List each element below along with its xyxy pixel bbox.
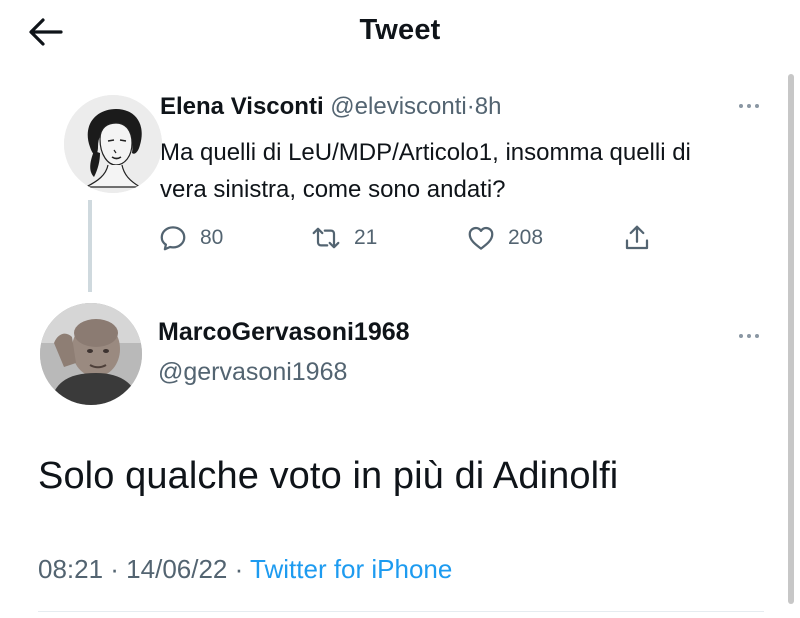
thread-connector-line (88, 200, 92, 292)
reply-count: 80 (200, 226, 224, 249)
avatar-parent-author[interactable] (64, 95, 162, 193)
more-icon (739, 334, 743, 338)
main-tweet-text: Solo qualche voto in più di Adinolfi (38, 455, 619, 497)
parent-tweet-text: Ma quelli di LeU/MDP/Articolo1, insomma … (160, 139, 691, 203)
reply-icon (160, 226, 186, 251)
like-button[interactable]: 208 (466, 220, 543, 256)
parent-time[interactable]: 8h (475, 93, 502, 120)
tweet-metadata: 08:21 · 14/06/22 · Twitter for iPhone (38, 554, 452, 585)
retweet-button[interactable]: 21 (310, 220, 377, 256)
tweet-timestamp: 08:21 · 14/06/22 · (38, 554, 244, 584)
scrollbar[interactable] (788, 74, 794, 604)
parent-handle[interactable]: @elevisconti (330, 93, 466, 120)
share-button[interactable] (622, 220, 652, 256)
parent-tweet-header: Elena Visconti @elevisconti·8h (160, 93, 501, 121)
retweet-icon (312, 227, 340, 249)
main-handle[interactable]: @gervasoni1968 (158, 358, 347, 387)
top-bar: Tweet (0, 0, 800, 66)
like-count: 208 (508, 226, 544, 249)
page-title: Tweet (359, 14, 441, 46)
share-icon (625, 225, 649, 250)
more-options-button[interactable] (734, 96, 764, 116)
divider (38, 611, 764, 612)
avatar-main-author[interactable] (40, 303, 142, 405)
like-icon (468, 226, 494, 250)
tweet-source-link[interactable]: Twitter for iPhone (250, 554, 452, 584)
more-icon (739, 104, 743, 108)
avatar-photo (40, 303, 142, 405)
parent-display-name[interactable]: Elena Visconti (160, 93, 324, 120)
reply-button[interactable]: 80 (158, 220, 223, 256)
retweet-count: 21 (354, 226, 378, 249)
main-display-name[interactable]: MarcoGervasoni1968 (158, 318, 410, 347)
avatar-illustration (64, 95, 162, 193)
more-options-button-main[interactable] (734, 326, 764, 346)
separator-dot: · (466, 93, 475, 120)
parent-tweet-actions: 80 21 208 (158, 220, 668, 256)
